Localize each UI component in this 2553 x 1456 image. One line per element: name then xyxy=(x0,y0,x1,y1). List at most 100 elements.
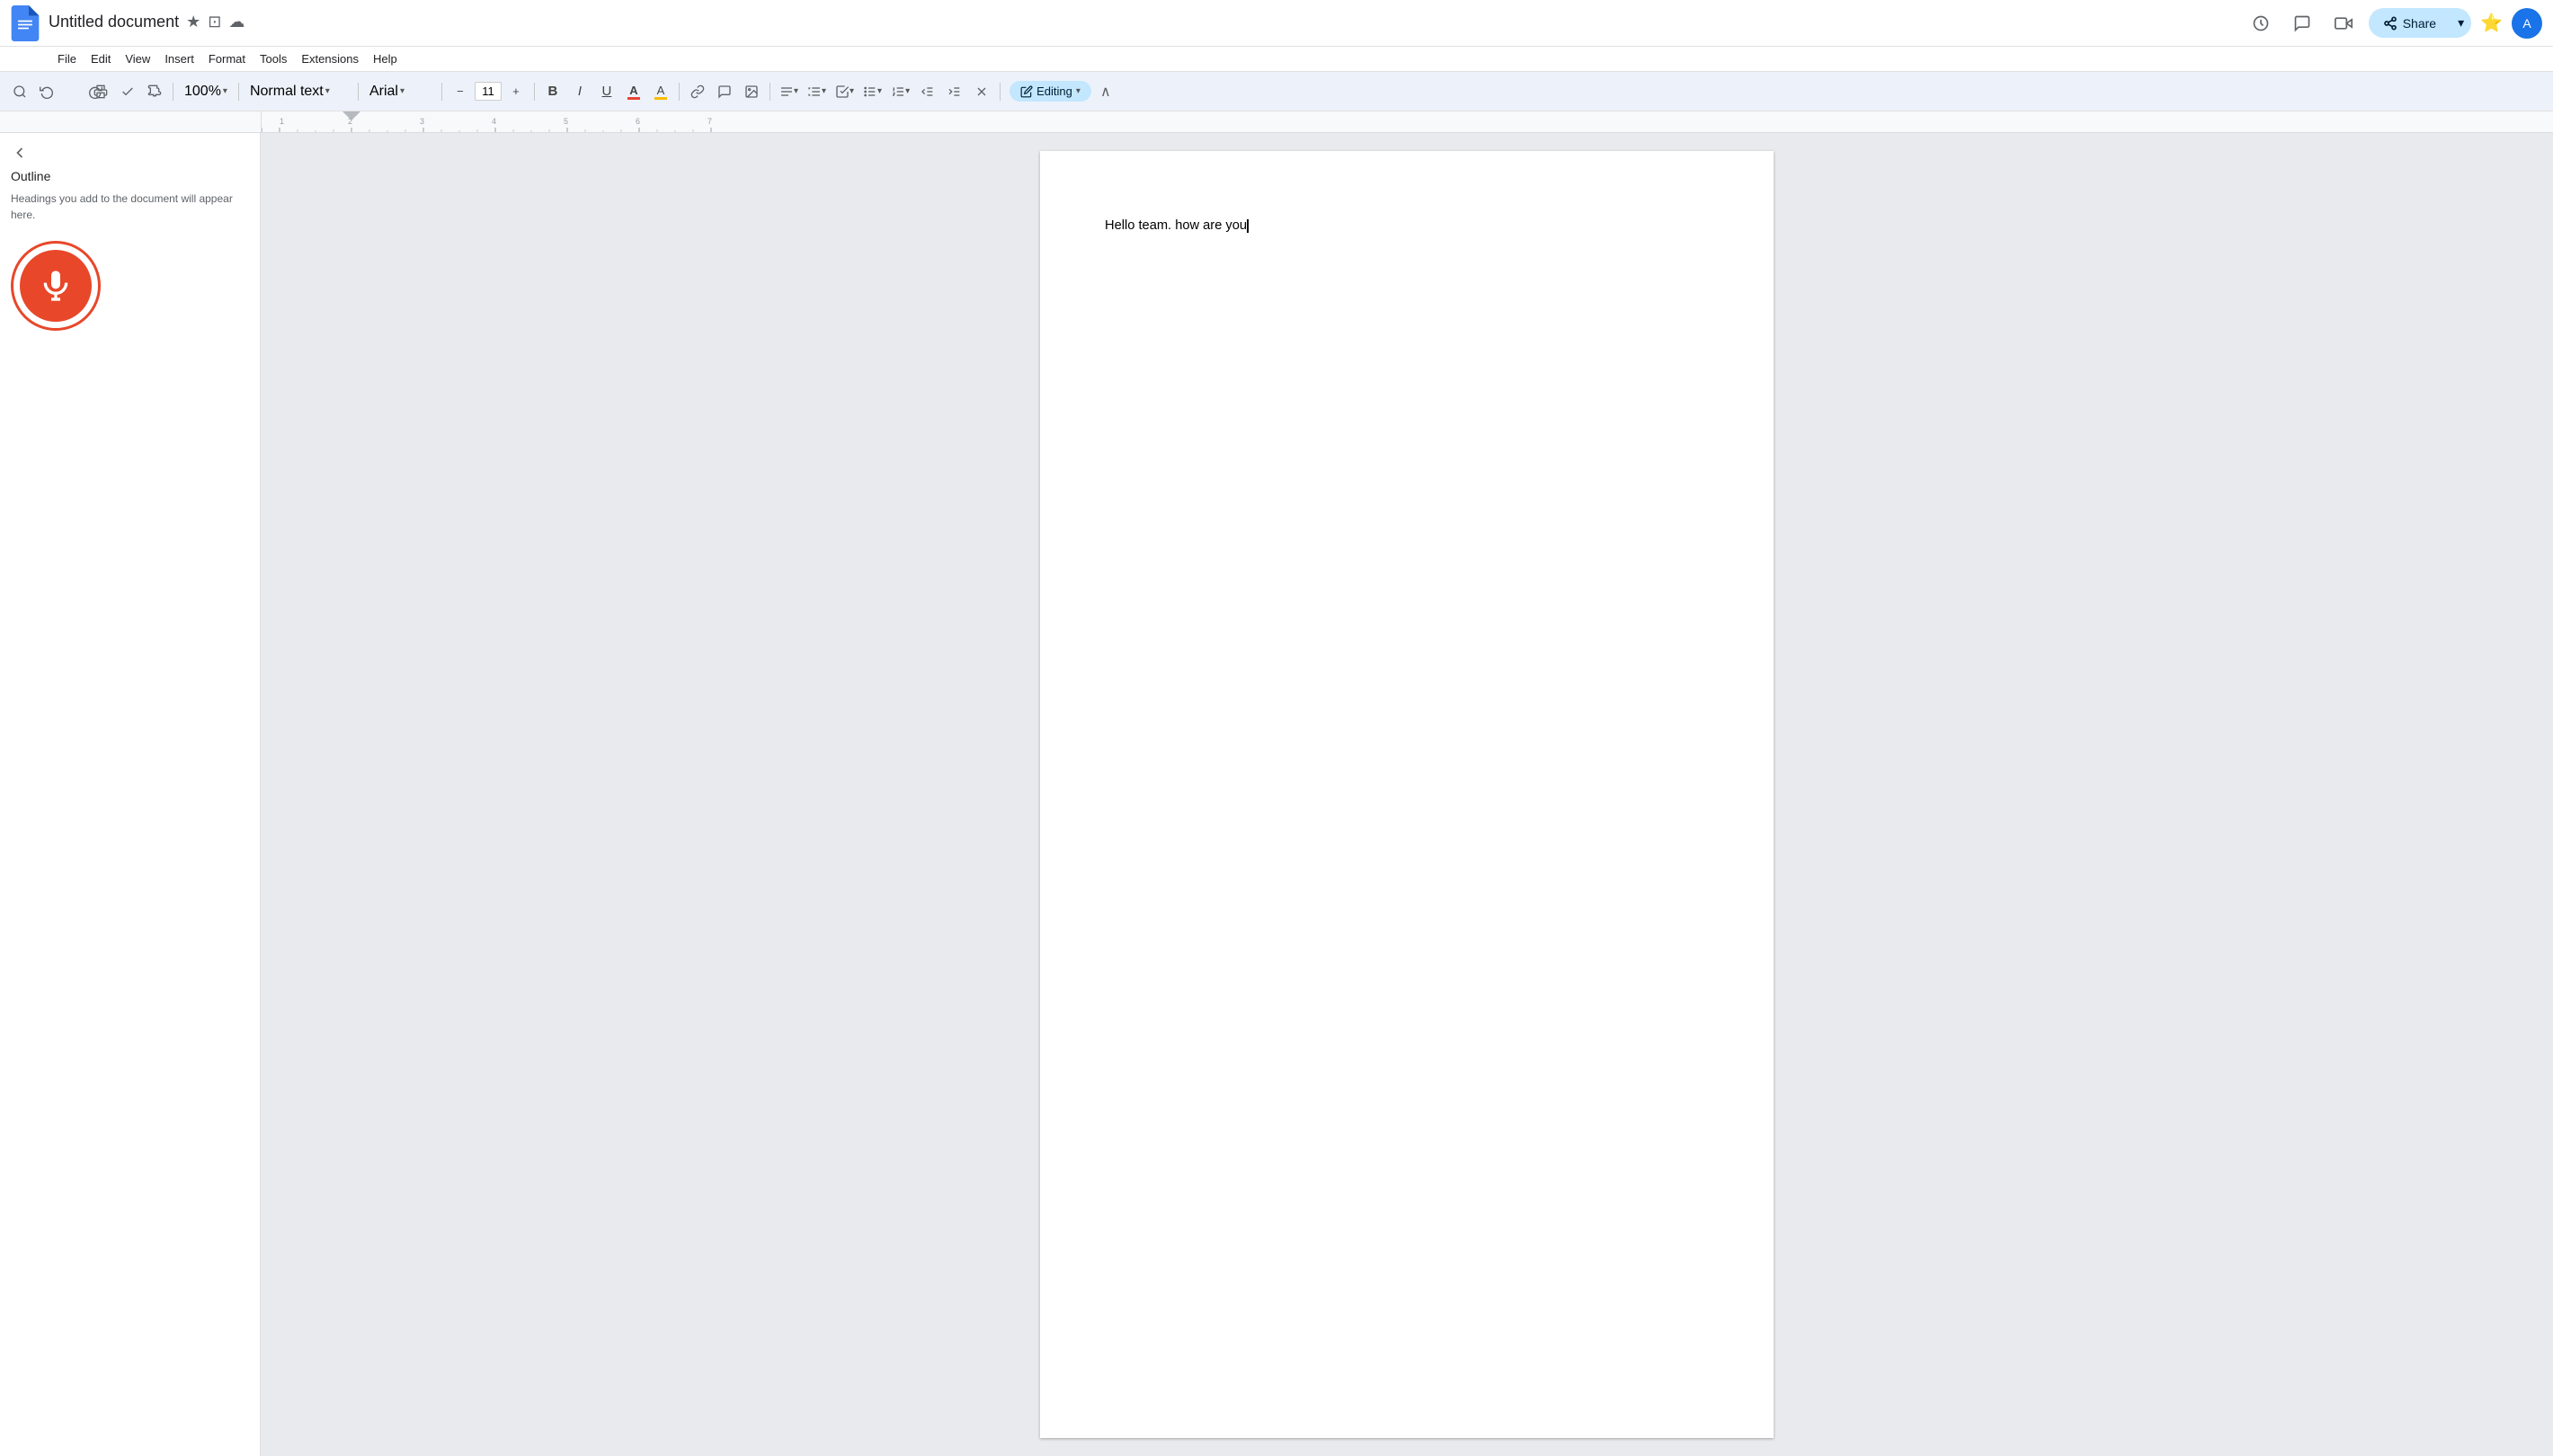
style-chevron: ▾ xyxy=(325,86,330,96)
star-icon[interactable]: ★ xyxy=(186,13,200,31)
numbered-chevron: ▾ xyxy=(905,86,910,96)
font-value: Arial xyxy=(369,84,398,100)
redo-button[interactable] xyxy=(61,79,86,104)
font-size-display[interactable]: 11 xyxy=(475,82,502,101)
comment-button[interactable] xyxy=(712,79,737,104)
outline-hint: Headings you add to the document will ap… xyxy=(11,191,249,223)
link-button[interactable] xyxy=(685,79,710,104)
paint-format-button[interactable] xyxy=(142,79,167,104)
editing-mode-dropdown[interactable]: Editing ▾ xyxy=(1010,81,1091,102)
italic-button[interactable]: I xyxy=(567,79,592,104)
meet-button[interactable] xyxy=(2327,7,2360,40)
document-area[interactable]: Hello team. how are you xyxy=(261,133,2553,1456)
menu-insert[interactable]: Insert xyxy=(157,50,201,67)
microphone-button[interactable] xyxy=(11,241,101,331)
text-color-button[interactable]: A xyxy=(621,79,646,104)
separator-5 xyxy=(534,83,535,101)
indent-decrease-button[interactable] xyxy=(915,79,940,104)
menu-edit[interactable]: Edit xyxy=(84,50,118,67)
undo-button[interactable] xyxy=(34,79,59,104)
ruler-content: 1 2 3 4 5 6 xyxy=(261,111,2553,132)
font-dropdown[interactable]: Arial ▾ xyxy=(364,79,436,104)
avatar[interactable]: A xyxy=(2512,8,2542,39)
ruler-ticks: 1 2 3 4 5 6 xyxy=(262,111,2553,133)
editing-label: Editing xyxy=(1036,84,1072,98)
font-size-minus-button[interactable]: − xyxy=(448,79,473,104)
separator-4 xyxy=(441,83,442,101)
menu-help[interactable]: Help xyxy=(366,50,405,67)
main-area: Outline Headings you add to the document… xyxy=(0,133,2553,1456)
bookmark-icon[interactable]: ⭐ xyxy=(2480,12,2503,34)
share-button-group[interactable]: Share ▾ xyxy=(2369,8,2471,38)
cloud-icon[interactable]: ☁ xyxy=(228,13,245,31)
sidebar-back-button[interactable] xyxy=(11,144,249,162)
font-size-plus-button[interactable]: + xyxy=(503,79,529,104)
svg-text:1: 1 xyxy=(280,117,284,126)
svg-text:7: 7 xyxy=(707,117,712,126)
indent-increase-button[interactable] xyxy=(942,79,967,104)
history-button[interactable] xyxy=(2245,7,2277,40)
zoom-chevron: ▾ xyxy=(223,86,227,96)
zoom-value: 100% xyxy=(184,84,221,100)
separator-6 xyxy=(679,83,680,101)
checklist-chevron: ▾ xyxy=(850,86,854,96)
style-value: Normal text xyxy=(250,84,324,100)
zoom-dropdown[interactable]: 100% ▾ xyxy=(179,79,233,104)
checklist-button[interactable]: ▾ xyxy=(832,79,858,104)
title-bar: Untitled document ★ ⊡ ☁ Share ▾ ⭐ A xyxy=(0,0,2553,47)
title-area: Untitled document ★ ⊡ ☁ xyxy=(49,13,2245,33)
mic-inner xyxy=(20,250,92,322)
share-dropdown-button[interactable]: ▾ xyxy=(2451,8,2471,38)
underline-button[interactable]: U xyxy=(594,79,619,104)
line-spacing-chevron: ▾ xyxy=(822,86,826,96)
align-button[interactable]: ▾ xyxy=(776,79,802,104)
doc-title[interactable]: Untitled document xyxy=(49,13,179,31)
share-button[interactable]: Share xyxy=(2369,9,2451,38)
bulleted-chevron: ▾ xyxy=(877,86,882,96)
menu-bar-row: File Edit View Insert Format Tools Exten… xyxy=(0,47,2553,72)
separator-2 xyxy=(238,83,239,101)
svg-text:5: 5 xyxy=(564,117,568,126)
font-chevron: ▾ xyxy=(400,86,405,96)
spellcheck-button[interactable] xyxy=(115,79,140,104)
doc-title-row: Untitled document ★ ⊡ ☁ xyxy=(49,13,2245,31)
svg-text:6: 6 xyxy=(636,117,640,126)
line-spacing-button[interactable]: ▾ xyxy=(804,79,830,104)
bold-button[interactable]: B xyxy=(540,79,565,104)
chat-button[interactable] xyxy=(2286,7,2318,40)
svg-text:4: 4 xyxy=(492,117,496,126)
style-dropdown[interactable]: Normal text ▾ xyxy=(245,79,352,104)
sidebar: Outline Headings you add to the document… xyxy=(0,133,261,1456)
align-chevron: ▾ xyxy=(794,86,798,96)
document-content[interactable]: Hello team. how are you xyxy=(1105,216,1709,235)
clear-formatting-button[interactable] xyxy=(969,79,994,104)
outline-title: Outline xyxy=(11,169,249,183)
highlight-label: A xyxy=(657,84,665,97)
toolbar-collapse-button[interactable]: ∧ xyxy=(1093,79,1118,104)
separator-8 xyxy=(1000,83,1001,101)
highlight-button[interactable]: A xyxy=(648,79,673,104)
menu-tools[interactable]: Tools xyxy=(253,50,294,67)
editing-chevron: ▾ xyxy=(1076,86,1081,96)
title-bar-right: Share ▾ ⭐ A xyxy=(2245,7,2542,40)
bulleted-list-button[interactable]: ▾ xyxy=(859,79,885,104)
separator-3 xyxy=(358,83,359,101)
document-page: Hello team. how are you xyxy=(1040,151,1774,1438)
svg-text:3: 3 xyxy=(420,117,424,126)
menu-view[interactable]: View xyxy=(118,50,157,67)
ruler: 1 2 3 4 5 6 xyxy=(0,111,2553,133)
menu-format[interactable]: Format xyxy=(201,50,253,67)
microphone-icon xyxy=(38,268,74,304)
text-cursor xyxy=(1247,219,1249,233)
separator-7 xyxy=(769,83,770,101)
search-button[interactable] xyxy=(7,79,32,104)
toolbar: 100% ▾ Normal text ▾ Arial ▾ − 11 + B I … xyxy=(0,72,2553,111)
text-color-label: A xyxy=(629,84,637,97)
share-label: Share xyxy=(2403,16,2436,31)
image-button[interactable] xyxy=(739,79,764,104)
folder-icon[interactable]: ⊡ xyxy=(208,13,221,31)
docs-logo-icon xyxy=(11,5,40,41)
menu-extensions[interactable]: Extensions xyxy=(294,50,366,67)
numbered-list-button[interactable]: ▾ xyxy=(887,79,913,104)
menu-file[interactable]: File xyxy=(50,50,84,67)
